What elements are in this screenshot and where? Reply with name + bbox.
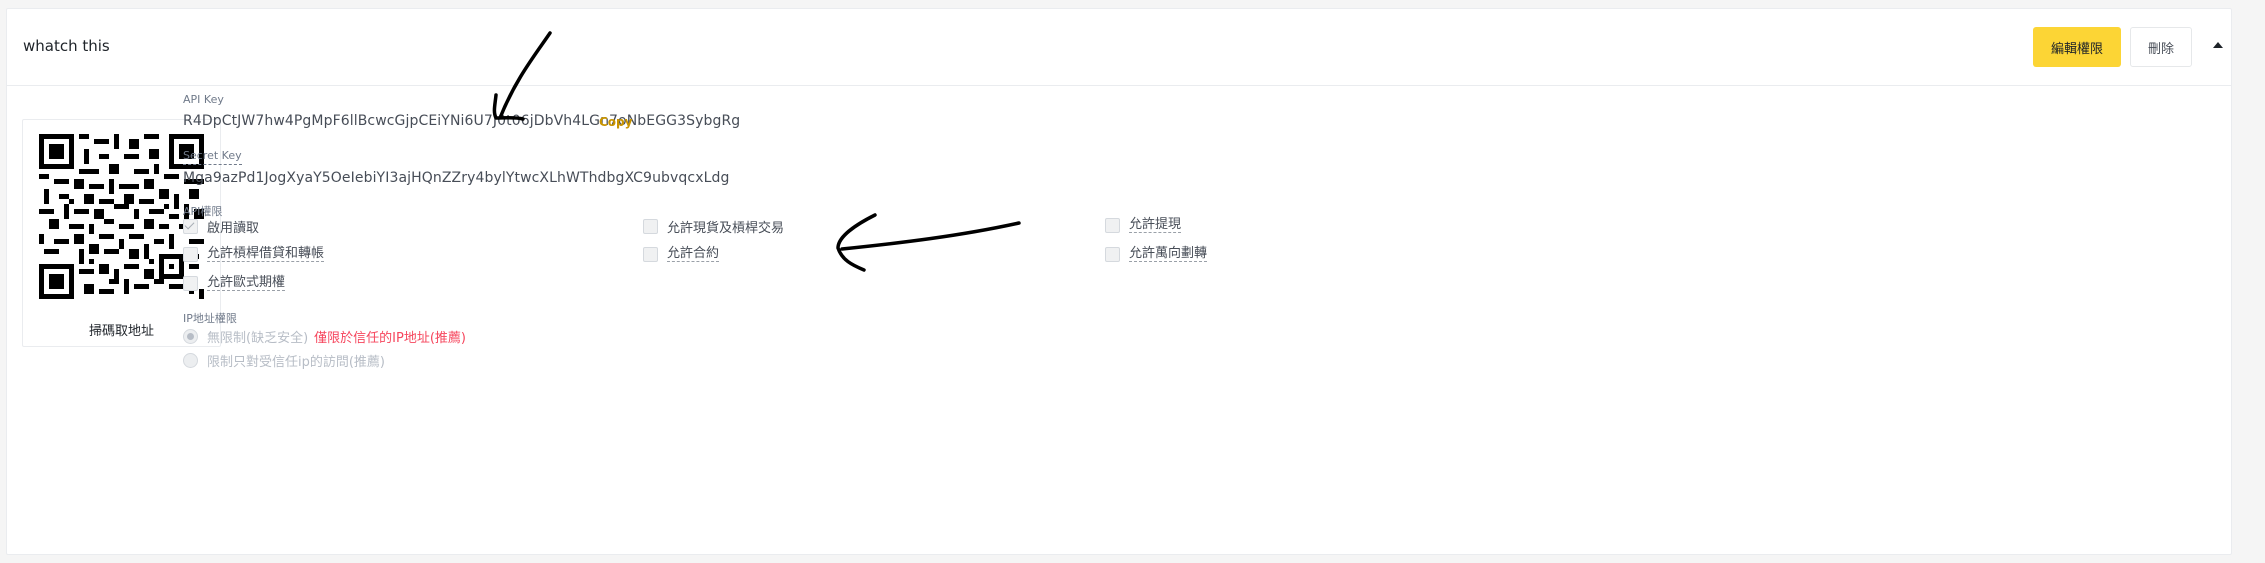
permission-enable-reading[interactable]: 啟用讀取 (183, 217, 259, 236)
edit-permissions-button[interactable]: 編輯權限 (2033, 27, 2121, 67)
delete-button[interactable]: 刪除 (2130, 27, 2192, 67)
radio-button[interactable] (183, 329, 198, 344)
ip-restricted-label: 限制只對受信任ip的訪問(推薦) (207, 355, 386, 370)
api-key-card: whatch this 編輯權限 刪除 掃碼取地址 API Key R4DpCt… (6, 8, 2232, 555)
permission-label: 允許合約 (667, 246, 720, 262)
check-icon[interactable] (183, 219, 198, 234)
radio-button[interactable] (183, 353, 198, 368)
checkbox[interactable] (643, 219, 658, 234)
permission-universal-transfer[interactable]: 允許萬向劃轉 (1105, 246, 1208, 262)
api-key-name: whatch this (23, 37, 110, 55)
copy-button[interactable]: Copy (599, 115, 632, 129)
api-key-value[interactable]: R4DpCtJW7hw4PgMpF6llBcwcGjpCEiYNi6U7J0t0… (183, 113, 740, 129)
ip-unrestricted-option[interactable]: 無限制(缺乏安全) 僅限於信任的IP地址(推薦) (183, 327, 466, 346)
qr-code-icon (39, 134, 204, 299)
ip-restriction-title: IP地址權限 (183, 312, 237, 325)
permission-label: 允許萬向劃轉 (1129, 246, 1208, 262)
permission-futures[interactable]: 允許合約 (643, 246, 720, 262)
permission-spot-margin-trading[interactable]: 允許現貨及槓桿交易 (643, 217, 784, 236)
caret-up-icon[interactable] (2213, 42, 2223, 48)
card-header: whatch this 編輯權限 刪除 (7, 9, 2231, 86)
secret-key-label: Secret Key (183, 149, 242, 165)
permission-withdrawals[interactable]: 允許提現 (1105, 217, 1182, 233)
checkbox[interactable] (183, 275, 198, 291)
permission-label: 允許提現 (1129, 217, 1182, 233)
checkbox[interactable] (1105, 246, 1120, 262)
ip-restricted-option[interactable]: 限制只對受信任ip的訪問(推薦) (183, 351, 385, 370)
permission-label: 啟用讀取 (207, 221, 260, 236)
ip-unrestricted-label: 無限制(缺乏安全) (207, 331, 309, 346)
permission-label: 允許現貨及槓桿交易 (667, 221, 785, 236)
ip-warning-text: 僅限於信任的IP地址(推薦) (314, 331, 466, 346)
checkbox[interactable] (183, 246, 198, 262)
permission-label: 允許歐式期權 (207, 275, 286, 291)
checkbox[interactable] (1105, 217, 1120, 233)
secret-key-value[interactable]: Mga9azPd1JogXyaY5OeIebiYI3ajHQnZZry4bylY… (183, 170, 729, 186)
permission-label: 允許槓桿借貸和轉帳 (207, 246, 325, 262)
permission-european-options[interactable]: 允許歐式期權 (183, 275, 286, 291)
checkbox[interactable] (643, 246, 658, 262)
api-key-label: API Key (183, 93, 224, 106)
permission-margin-loan-transfer[interactable]: 允許槓桿借貸和轉帳 (183, 246, 325, 262)
